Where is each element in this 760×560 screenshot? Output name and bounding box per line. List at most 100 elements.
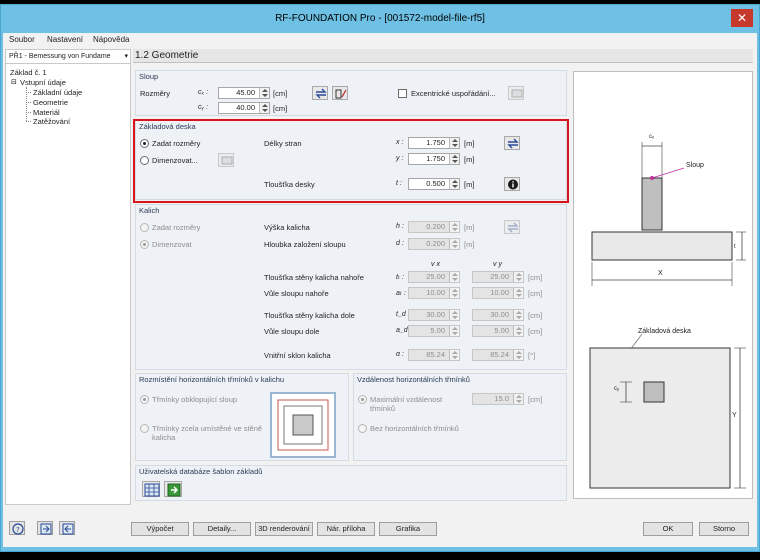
menu-nastaveni[interactable]: Nastavení — [47, 35, 83, 44]
unit-m: [m] — [464, 240, 475, 249]
tree-vstupni-udaje[interactable]: Vstupní údaje — [20, 78, 66, 87]
rozmisteni-section: Rozmístění horizontálních třmínků v kali… — [135, 373, 349, 461]
vypocet-button[interactable]: Výpočet — [131, 522, 189, 536]
spin-icon[interactable] — [449, 310, 459, 320]
tree-root[interactable]: Základ č. 1 — [10, 68, 47, 77]
load-template-button[interactable] — [164, 481, 182, 497]
spin-icon[interactable] — [449, 288, 459, 298]
ab-x-value: 5.00 — [430, 326, 445, 335]
spin-icon[interactable] — [259, 88, 269, 98]
kalich-zadat-radio[interactable] — [140, 223, 149, 232]
spin-icon[interactable] — [513, 350, 523, 360]
tree-item-geometrie[interactable]: Geometrie — [33, 98, 68, 107]
cx-value: 45.00 — [236, 88, 255, 97]
kalich-dimenzovat-label: Dimenzovat — [152, 240, 192, 249]
vzdalenost-input[interactable]: 15.0 — [472, 393, 524, 405]
ab-y-value: 5.00 — [494, 326, 509, 335]
cy-input[interactable]: 40.00 — [218, 102, 270, 114]
close-button[interactable]: ✕ — [731, 9, 753, 27]
at-y-input[interactable]: 10.00 — [472, 287, 524, 299]
bez-trminku-radio[interactable] — [358, 424, 367, 433]
swap-button[interactable] — [312, 86, 328, 100]
trminky-ve-stene-radio[interactable] — [140, 424, 149, 433]
spin-icon[interactable] — [449, 326, 459, 336]
case-select-value: PŘ1 - Bemessung von Fundame — [9, 53, 111, 60]
tt-label: tₜ : — [396, 274, 404, 281]
tree-item-zatezovani[interactable]: Zatěžování — [33, 117, 70, 126]
column-pick-icon — [335, 89, 347, 99]
vzdalenost-value: 15.0 — [494, 394, 509, 403]
column-select-button[interactable] — [332, 86, 348, 100]
case-select[interactable]: PŘ1 - Bemessung von Fundame ▾ — [6, 50, 130, 64]
render-3d-button[interactable]: 3D renderování — [255, 522, 313, 536]
at-x-input[interactable]: 10.00 — [408, 287, 460, 299]
spin-icon[interactable] — [513, 310, 523, 320]
alpha-y-value: 85.24 — [490, 350, 509, 359]
foundation-diagram-icon — [589, 142, 746, 489]
spin-icon[interactable] — [513, 288, 523, 298]
tb-y-input[interactable]: 30.00 — [472, 309, 524, 321]
cx-label: cₓ : — [198, 89, 209, 96]
max-vzdalenost-label: Maximální vzdálenost — [370, 395, 443, 404]
alpha-y-input[interactable]: 85.24 — [472, 349, 524, 361]
tree-item-zakladni-udaje[interactable]: Základní údaje — [33, 88, 82, 97]
collapse-icon[interactable]: ⊟ — [11, 78, 17, 86]
tb-x-input[interactable]: 30.00 — [408, 309, 460, 321]
spin-icon[interactable] — [513, 272, 523, 282]
d-input[interactable]: 0.200 — [408, 238, 460, 250]
spin-icon[interactable] — [513, 394, 523, 404]
detaily-button[interactable]: Detaily... — [193, 522, 251, 536]
menu-soubor[interactable]: Soubor — [9, 35, 35, 44]
import-icon — [62, 523, 74, 535]
steny-dole-label: Tloušťka stěny kalicha dole — [264, 311, 355, 320]
steny-nahore-label: Tloušťka stěny kalicha nahoře — [264, 273, 364, 282]
save-template-button[interactable] — [142, 481, 160, 497]
spin-icon[interactable] — [449, 350, 459, 360]
excentricke-edit-button[interactable] — [508, 86, 524, 100]
page-title: 1.2 Geometrie — [133, 49, 753, 63]
kalich-swap-button[interactable] — [504, 220, 520, 234]
trminky-ve-stene-label: Třmínky zcela umístěné ve stěně — [152, 424, 263, 433]
kalich-dimenzovat-radio[interactable] — [140, 240, 149, 249]
export-icon — [40, 523, 52, 535]
tt-y-input[interactable]: 25.00 — [472, 271, 524, 283]
grafika-button[interactable]: Grafika — [379, 522, 437, 536]
ab-x-input[interactable]: 5.00 — [408, 325, 460, 337]
navigator-panel: PŘ1 - Bemessung von Fundame ▾ Základ č. … — [5, 49, 131, 505]
narodni-priloha-button[interactable]: Nár. příloha — [317, 522, 375, 536]
h-input[interactable]: 0.200 — [408, 221, 460, 233]
max-vzdalenost-radio[interactable] — [358, 395, 367, 404]
unit-deg: [°] — [528, 351, 536, 360]
help-icon: ? — [12, 523, 24, 535]
alpha-label: α : — [396, 351, 404, 358]
ok-button[interactable]: OK — [643, 522, 693, 536]
tt-x-input[interactable]: 25.00 — [408, 271, 460, 283]
alpha-x-input[interactable]: 85.24 — [408, 349, 460, 361]
tb-y-value: 30.00 — [490, 310, 509, 319]
kalich-zadat-label: Zadat rozměry — [152, 223, 201, 232]
spin-icon[interactable] — [513, 326, 523, 336]
swap-icon — [507, 222, 519, 233]
storno-button[interactable]: Storno — [699, 522, 749, 536]
import-button[interactable] — [59, 521, 75, 535]
spin-icon[interactable] — [259, 103, 269, 113]
spin-icon[interactable] — [449, 272, 459, 282]
help-button[interactable]: ? — [9, 521, 25, 535]
spin-icon[interactable] — [449, 239, 459, 249]
excentricke-checkbox[interactable] — [398, 89, 407, 98]
geometry-preview: cₓ Sloup t X Základová deska cᵧ Y — [573, 71, 753, 499]
export-button[interactable] — [37, 521, 53, 535]
vzdalenost-section: Vzdálenost horizontálních třmínků Maximá… — [353, 373, 567, 461]
title-bar: RF-FOUNDATION Pro - [001572-model-file-r… — [1, 5, 759, 33]
spin-icon[interactable] — [449, 222, 459, 232]
trminky-obklopujici-radio[interactable] — [140, 395, 149, 404]
kalich-section: Kalich Zadat rozměry Dimenzovat Výška ka… — [135, 204, 567, 370]
swap-icon — [315, 88, 327, 99]
menu-napoveda[interactable]: Nápověda — [93, 35, 129, 44]
ab-y-input[interactable]: 5.00 — [472, 325, 524, 337]
tree-item-material[interactable]: Materiál — [33, 108, 60, 117]
import-icon — [167, 483, 181, 497]
tree-connector — [26, 112, 31, 113]
cx-input[interactable]: 45.00 — [218, 87, 270, 99]
vule-dole-label: Vůle sloupu dole — [264, 327, 320, 336]
